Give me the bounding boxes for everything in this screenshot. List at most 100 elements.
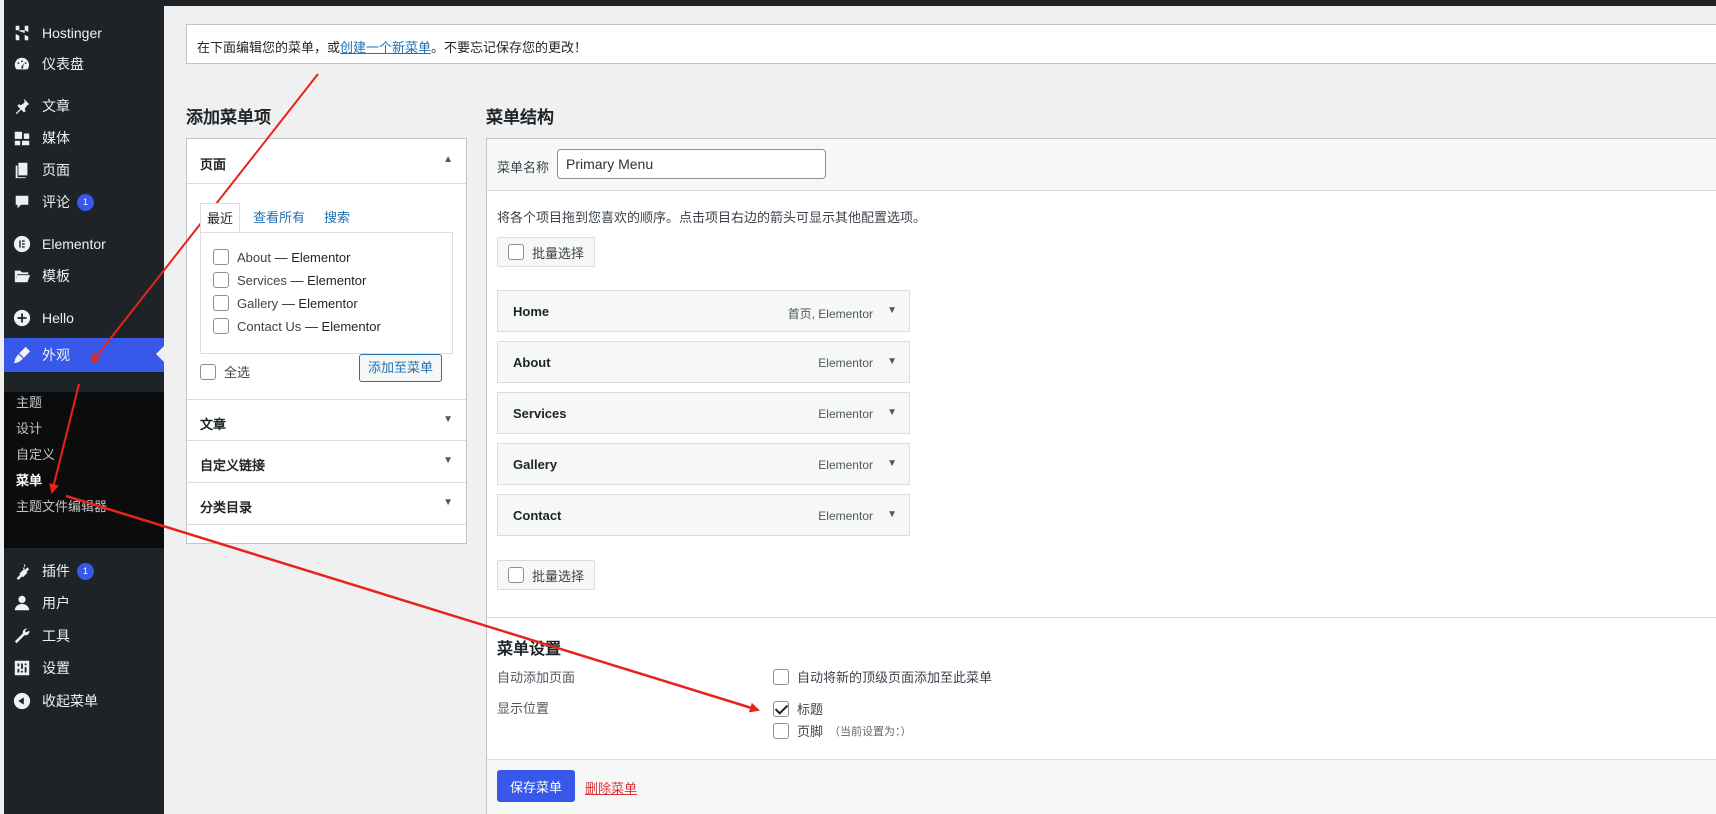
sidebar-item-label: Hostinger [42,25,102,41]
location-footer-label: 页脚 [797,724,824,739]
custom-links-section-header[interactable]: 自定义链接 ▼ [187,441,466,483]
tab-search[interactable]: 搜索 [324,207,350,226]
expand-arrow-icon[interactable]: ▼ [887,407,897,418]
sidebar-item-label: 模板 [42,268,70,284]
menu-item-title: Services [513,406,567,421]
sidebar-item-settings[interactable]: 设置 [4,652,164,684]
page-suffix: — Elementor [304,318,381,334]
select-all-checkbox[interactable] [200,363,216,380]
menu-actions-bar: 保存菜单 删除菜单 [487,759,1716,814]
sidebar-item-users[interactable]: 用户 [4,587,164,619]
menu-item-type: Elementor [818,356,873,370]
sidebar-item-label: 插件 [42,563,70,579]
location-header-option[interactable]: 标题 [773,699,823,718]
bulk-select-checkbox[interactable] [508,244,524,260]
expand-arrow-icon[interactable]: ▼ [887,305,897,316]
posts-section-label: 文章 [200,417,227,432]
sidebar-item-posts[interactable]: 文章 [4,90,164,122]
submenu-item-theme-file-editor[interactable]: 主题文件编辑器 [16,496,107,515]
plus-circle-icon [12,308,32,328]
tab-recent[interactable]: 最近 [200,203,241,232]
menu-item-contact[interactable]: Contact Elementor ▼ [497,494,910,536]
sidebar-item-templates[interactable]: 模板 [4,260,164,292]
auto-add-pages-label: 自动添加页面 [497,670,576,685]
select-all-label: 全选 [224,365,251,380]
menu-item-type: Elementor [818,407,873,421]
bulk-select-bottom[interactable]: 批量选择 [497,560,595,590]
sidebar-item-hostinger[interactable]: Hostinger [4,17,164,49]
categories-section-header[interactable]: 分类目录 ▼ [187,483,466,525]
location-header-checkbox[interactable] [773,700,789,717]
notice-text-after: 。不要忘记保存您的更改！ [431,40,588,55]
menu-item-services[interactable]: Services Elementor ▼ [497,392,910,434]
expand-arrow-icon: ▼ [443,455,453,466]
bulk-select-label: 批量选择 [532,568,585,584]
add-to-menu-button[interactable]: 添加至菜单 [359,354,442,382]
admin-sidebar: Hostinger 仪表盘 文章 媒体 页面 评论 1 Elementor 模板… [4,0,164,814]
delete-menu-link[interactable]: 删除菜单 [585,778,637,797]
submenu-item-design[interactable]: 设计 [16,418,42,437]
menu-item-about[interactable]: About Elementor ▼ [497,341,910,383]
page-checkbox[interactable] [213,318,229,334]
menu-item-type: Elementor [818,509,873,523]
menu-name-label: 菜单名称 [497,160,550,175]
admin-bar [164,0,1716,6]
submenu-item-menus[interactable]: 菜单 [16,470,42,489]
menu-item-title: Contact [513,508,562,523]
menu-name-input[interactable]: Primary Menu [557,149,826,179]
sidebar-item-media[interactable]: 媒体 [4,122,164,154]
expand-arrow-icon: ▼ [443,414,453,425]
posts-section-header[interactable]: 文章 ▼ [187,399,466,441]
expand-arrow-icon[interactable]: ▼ [887,458,897,469]
sidebar-item-label: 文章 [42,98,70,114]
submenu-item-customize[interactable]: 自定义 [16,444,55,463]
page-checkbox[interactable] [213,249,229,265]
page-title: Services [237,272,287,288]
sidebar-item-elementor[interactable]: Elementor [4,228,164,260]
pin-icon [12,96,32,116]
page-option-about[interactable]: About — Elementor [213,249,350,265]
sidebar-item-plugins[interactable]: 插件 1 [4,555,164,587]
save-menu-button[interactable]: 保存菜单 [497,770,575,802]
submenu-item-themes[interactable]: 主题 [16,392,42,411]
page-option-services[interactable]: Services — Elementor [213,272,366,288]
sidebar-item-appearance[interactable]: 外观 [4,338,164,372]
sidebar-item-pages[interactable]: 页面 [4,154,164,186]
sidebar-item-label: 页面 [42,162,70,178]
auto-add-pages-checkbox[interactable] [773,668,789,685]
sidebar-item-hello[interactable]: Hello [4,302,164,334]
page-option-contact-us[interactable]: Contact Us — Elementor [213,318,381,334]
menu-item-gallery[interactable]: Gallery Elementor ▼ [497,443,910,485]
location-footer-option[interactable]: 页脚 （当前设置为：） [773,721,912,740]
sidebar-item-comments[interactable]: 评论 1 [4,186,164,218]
menu-structure-panel: 菜单名称 Primary Menu 将各个项目拖到您喜欢的顺序。点击项目右边的箭… [486,138,1716,814]
select-all-option[interactable]: 全选 [200,362,250,381]
bulk-select-checkbox[interactable] [508,567,524,583]
location-footer-checkbox[interactable] [773,722,789,739]
sidebar-item-tools[interactable]: 工具 [4,620,164,652]
location-header-label: 标题 [797,702,824,717]
sidebar-item-label: 外观 [42,347,70,363]
expand-arrow-icon[interactable]: ▼ [887,356,897,367]
create-new-menu-link[interactable]: 创建一个新菜单 [340,40,431,55]
page-icon [12,160,32,180]
page-suffix: — Elementor [274,249,351,265]
tab-view-all[interactable]: 查看所有 [253,207,305,226]
notice-text-before: 在下面编辑您的菜单，或 [197,40,341,55]
page-checkbox[interactable] [213,272,229,288]
page-checkbox[interactable] [213,295,229,311]
location-footer-note: （当前设置为：） [829,725,912,738]
sidebar-item-collapse[interactable]: 收起菜单 [4,685,164,717]
pages-section-header[interactable]: 页面 ▲ [187,139,466,184]
menu-item-home[interactable]: Home 首页, Elementor ▼ [497,290,910,332]
expand-arrow-icon[interactable]: ▼ [887,509,897,520]
page-title: Contact Us [237,318,302,334]
menu-item-title: About [513,355,551,370]
sidebar-item-dashboard[interactable]: 仪表盘 [4,48,164,80]
page-option-gallery[interactable]: Gallery — Elementor [213,295,358,311]
auto-add-pages-option[interactable]: 自动将新的顶级页面添加至此菜单 [773,667,992,686]
add-menu-items-accordion: 页面 ▲ 最近 查看所有 搜索 About — Elementor Servic… [186,138,467,544]
wrench-icon [12,626,32,646]
bulk-select-top[interactable]: 批量选择 [497,237,595,267]
menu-item-type: 首页, Elementor [787,307,873,321]
